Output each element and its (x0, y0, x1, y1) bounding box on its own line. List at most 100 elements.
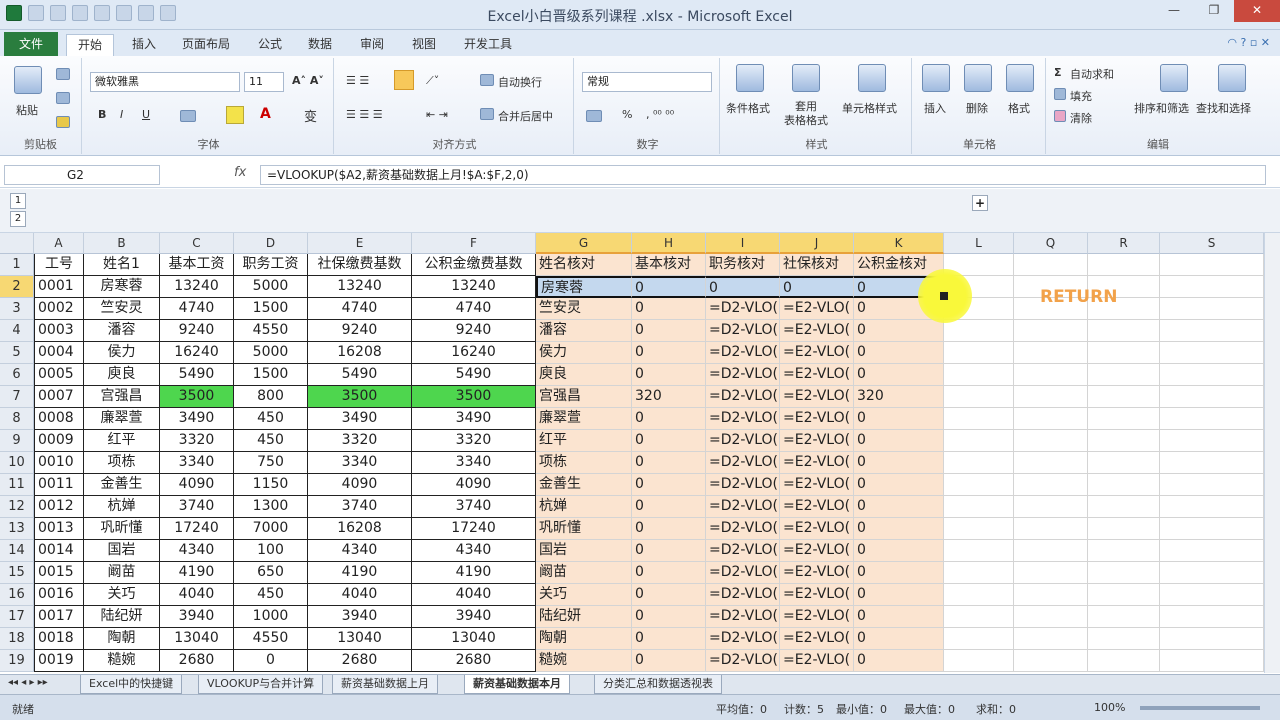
table-cell[interactable]: 0001 (34, 276, 84, 298)
percent-button[interactable]: % (622, 108, 632, 121)
row-header[interactable]: 3 (0, 298, 34, 320)
column-header-f[interactable]: F (412, 233, 536, 254)
table-cell[interactable]: 450 (234, 584, 308, 606)
empty-cell[interactable] (1014, 650, 1088, 672)
clear-button[interactable]: 清除 (1070, 110, 1092, 126)
table-cell[interactable]: =D2-VLO( (706, 628, 780, 650)
table-cell[interactable]: 13240 (412, 276, 536, 298)
comma-icon[interactable]: , ⁰⁰ ⁰⁰ (646, 108, 674, 121)
table-cell[interactable]: 巩昕懂 (536, 518, 632, 540)
sheet-nav-icon[interactable]: ◂◂ ◂ ▸ ▸▸ (8, 677, 48, 688)
empty-cell[interactable] (944, 562, 1014, 584)
table-cell[interactable]: =D2-VLO( (706, 584, 780, 606)
delete-cell-button[interactable]: 删除 (966, 100, 988, 116)
empty-cell[interactable] (944, 320, 1014, 342)
empty-cell[interactable] (944, 474, 1014, 496)
empty-cell[interactable] (1160, 628, 1264, 650)
empty-cell[interactable] (1088, 408, 1160, 430)
empty-cell[interactable] (944, 386, 1014, 408)
empty-cell[interactable] (944, 584, 1014, 606)
table-cell[interactable]: 0 (632, 298, 706, 320)
table-cell[interactable]: 0 (632, 650, 706, 672)
table-cell[interactable]: 1500 (234, 364, 308, 386)
table-cell[interactable]: 3340 (308, 452, 412, 474)
table-cell[interactable]: 0 (632, 628, 706, 650)
table-cell[interactable]: 0 (632, 518, 706, 540)
row-header[interactable]: 13 (0, 518, 34, 540)
header-cell[interactable]: 社保缴费基数 (308, 254, 412, 276)
table-cell[interactable]: 0 (854, 342, 944, 364)
table-cell[interactable]: 0 (632, 452, 706, 474)
expand-group-button[interactable]: + (972, 195, 988, 211)
table-cell[interactable]: 0 (234, 650, 308, 672)
empty-cell[interactable] (1088, 650, 1160, 672)
empty-cell[interactable] (1160, 540, 1264, 562)
table-cell[interactable]: =D2-VLO( (706, 430, 780, 452)
table-cell[interactable]: 5000 (234, 276, 308, 298)
table-cell[interactable]: =D2-VLO( (706, 540, 780, 562)
table-cell[interactable]: 4340 (308, 540, 412, 562)
align-left-icon[interactable]: ☰ ☰ ☰ (346, 108, 383, 121)
empty-cell[interactable] (1160, 430, 1264, 452)
name-box[interactable]: G2 (4, 165, 160, 185)
conditional-format-button[interactable]: 条件格式 (726, 100, 770, 116)
tab-file[interactable]: 文件 (4, 32, 58, 56)
table-cell[interactable]: =D2-VLO( (706, 650, 780, 672)
table-cell[interactable]: 3320 (160, 430, 234, 452)
empty-cell[interactable] (1160, 474, 1264, 496)
empty-cell[interactable] (1160, 276, 1264, 298)
table-cell[interactable]: =E2-VLO( (780, 540, 854, 562)
row-header[interactable]: 4 (0, 320, 34, 342)
grow-font-icon[interactable]: A˄ A˅ (292, 74, 324, 87)
format-cell-button[interactable]: 格式 (1008, 100, 1030, 116)
table-cell[interactable]: 金善生 (536, 474, 632, 496)
row-header[interactable]: 8 (0, 408, 34, 430)
outline-level-1[interactable]: 1 (10, 193, 26, 209)
table-cell[interactable]: =D2-VLO( (706, 298, 780, 320)
table-cell[interactable]: 国岩 (536, 540, 632, 562)
table-cell[interactable]: =E2-VLO( (780, 342, 854, 364)
table-cell[interactable]: 0 (632, 430, 706, 452)
table-cell[interactable]: 9240 (160, 320, 234, 342)
table-cell[interactable]: 房寒蓉 (84, 276, 160, 298)
tab-developer[interactable]: 开发工具 (456, 34, 520, 56)
table-cell[interactable]: =E2-VLO( (780, 606, 854, 628)
copy-icon[interactable] (56, 92, 70, 104)
table-cell[interactable]: 17240 (160, 518, 234, 540)
empty-cell[interactable] (1088, 540, 1160, 562)
table-cell[interactable]: =E2-VLO( (780, 430, 854, 452)
table-cell[interactable]: 0005 (34, 364, 84, 386)
column-header-s[interactable]: S (1160, 233, 1264, 254)
underline-button[interactable]: U (142, 108, 150, 121)
column-header-c[interactable]: C (160, 233, 234, 254)
table-cell[interactable]: 17240 (412, 518, 536, 540)
indent-icon[interactable]: ⇤ ⇥ (426, 108, 448, 121)
table-cell[interactable]: =D2-VLO( (706, 496, 780, 518)
header-cell[interactable]: 基本工资 (160, 254, 234, 276)
table-cell[interactable]: 4090 (412, 474, 536, 496)
table-cell[interactable]: 0 (854, 540, 944, 562)
fill-icon[interactable] (1054, 88, 1066, 100)
number-format-select[interactable]: 常规 (582, 72, 712, 92)
tab-insert[interactable]: 插入 (124, 34, 164, 56)
table-cell[interactable]: 阚苗 (84, 562, 160, 584)
table-cell[interactable]: 13240 (308, 276, 412, 298)
table-cell[interactable]: 0 (632, 474, 706, 496)
empty-cell[interactable] (944, 364, 1014, 386)
font-color-icon[interactable]: A (260, 106, 271, 122)
column-header-j[interactable]: J (780, 233, 854, 254)
table-cell[interactable]: 0 (854, 628, 944, 650)
empty-cell[interactable] (1014, 386, 1088, 408)
table-cell[interactable]: 5490 (160, 364, 234, 386)
table-cell[interactable]: 3340 (412, 452, 536, 474)
table-cell[interactable]: =E2-VLO( (780, 584, 854, 606)
header-cell[interactable]: 基本核对 (632, 254, 706, 276)
empty-cell[interactable] (1088, 518, 1160, 540)
empty-cell[interactable] (1014, 364, 1088, 386)
table-cell[interactable]: 3740 (160, 496, 234, 518)
header-cell[interactable]: 职务核对 (706, 254, 780, 276)
table-cell[interactable]: 0 (632, 342, 706, 364)
empty-cell[interactable] (1160, 650, 1264, 672)
table-cell[interactable]: 0004 (34, 342, 84, 364)
wrap-text-icon[interactable] (480, 74, 494, 86)
